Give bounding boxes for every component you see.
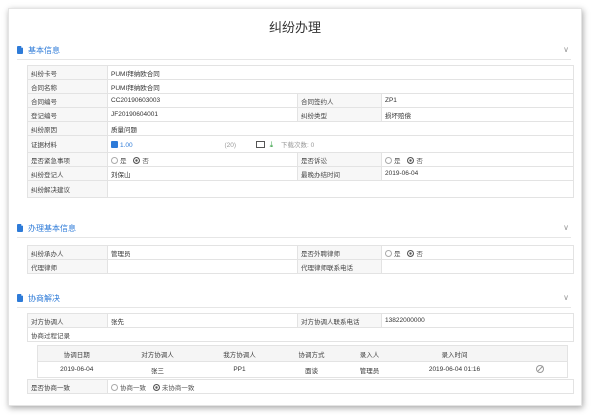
litigation-yes-label: 是: [394, 157, 401, 165]
evidence-cell: 1.00 (20) ⤓ 下载次数: 0: [106, 135, 575, 153]
signer-label: 合同签约人: [297, 93, 382, 108]
contract-no-value: CC20190603003: [107, 93, 298, 108]
suggest-value: [106, 180, 575, 198]
contract-no-label: 合同编号: [27, 93, 108, 108]
records-col-header: 录入人: [343, 345, 396, 362]
dispute-no-value: PUMI拜纳欧合同: [106, 65, 575, 80]
evidence-file-link[interactable]: 1.00: [120, 142, 133, 149]
row-actions: [513, 361, 568, 378]
agree-radio-group: 协商一致 未协商一致: [107, 379, 574, 394]
reg-no-label: 登记编号: [27, 107, 108, 122]
table-cell: 张三: [115, 361, 200, 378]
document-icon: [17, 224, 23, 232]
party-phone-value: 13822000000: [381, 313, 574, 328]
contract-name-value: PUMI拜纳欧合同: [106, 79, 575, 94]
lawyer-value: [107, 259, 298, 274]
urgent-yes-radio[interactable]: [111, 156, 118, 164]
handler-value[interactable]: 管理员: [107, 245, 298, 260]
records-header-row: 协调日期 对方协调人 我方协调人 协调方式 录入人 录入时间: [37, 345, 568, 362]
reason-value: 质量问题: [106, 121, 575, 136]
chevron-down-icon[interactable]: ∨: [563, 223, 569, 232]
deadline-value: 2019-06-04: [380, 166, 575, 181]
download-count: 下载次数: 0: [281, 141, 315, 149]
page-title: 纠纷办理: [268, 20, 321, 35]
records-col-header: 协调方式: [279, 345, 344, 362]
deadline-label: 最晚办结时间: [297, 166, 382, 181]
records-table: 协调日期 对方协调人 我方协调人 协调方式 录入人 录入时间 2019-06-04 张三 PP…: [37, 345, 568, 378]
reg-no-value: JF20190604001: [107, 107, 298, 122]
download-icon[interactable]: ⤓: [270, 140, 274, 149]
agree-yes-radio[interactable]: [111, 383, 118, 391]
urgent-yes-label: 是: [120, 157, 127, 165]
handler-label: 纠纷承办人: [27, 245, 108, 260]
table-cell: 面谈: [279, 361, 344, 378]
section-handling-header[interactable]: 办理基本信息 ∨: [17, 223, 571, 238]
document-icon: [17, 46, 23, 54]
suggest-label: 纠纷解决建议: [27, 180, 108, 198]
agree-no-label: 未协商一致: [161, 384, 195, 392]
basic-info-table: 纠纷卡号 PUMI拜纳欧合同 合同名称 PUMI拜纳欧合同 合同编号 CC201…: [27, 65, 575, 198]
contract-name-label: 合同名称: [27, 79, 108, 94]
evidence-label: 证据材料: [27, 135, 108, 153]
agree-yes-label: 协商一致: [120, 384, 146, 392]
agree-no-radio[interactable]: [152, 383, 160, 391]
urgent-radio-group: 是 否: [107, 152, 298, 167]
outside-no-radio[interactable]: [407, 249, 415, 257]
table-row: 2019-06-04 张三 PP1 面谈 管理员 2019-06-04 01:16: [37, 361, 568, 378]
litigation-no-radio[interactable]: [407, 156, 415, 164]
urgent-no-radio[interactable]: [133, 156, 141, 164]
negotiation-info-table: 对方协调人 张先 对方协调人联系电话 13822000000 协商过程记录: [27, 313, 574, 342]
lawyer-phone-label: 代理律师联系电话: [297, 259, 382, 274]
litigation-yes-radio[interactable]: [385, 156, 392, 164]
outside-no-label: 否: [416, 250, 423, 258]
section-basic-title: 基本信息: [28, 46, 60, 55]
reason-label: 纠纷原因: [27, 121, 108, 136]
records-col-actions: [513, 345, 568, 362]
party-label: 对方协调人: [27, 313, 108, 328]
urgent-label: 是否紧急事项: [27, 152, 108, 167]
table-cell: 2019-06-04: [37, 361, 116, 378]
litigation-label: 是否诉讼: [297, 152, 382, 167]
section-negotiation-title: 协商解决: [28, 294, 60, 303]
file-icon: [111, 140, 118, 148]
outside-lawyer-radio-group: 是 否: [381, 245, 574, 260]
table-cell: 2019-06-04 01:16: [395, 361, 514, 378]
evidence-size: (20): [224, 141, 237, 149]
party-phone-label: 对方协调人联系电话: [297, 313, 382, 328]
litigation-no-label: 否: [416, 157, 423, 165]
registrant-value[interactable]: 刘保山: [107, 166, 298, 181]
signer-value: ZP1: [380, 93, 575, 108]
litigation-radio-group: 是 否: [380, 152, 575, 167]
dispute-type-value: 损坏赔偿: [380, 107, 575, 122]
outside-lawyer-label: 是否外聘律师: [297, 245, 382, 260]
document-icon: [17, 294, 23, 302]
table-cell: 管理员: [343, 361, 396, 378]
section-handling-title: 办理基本信息: [28, 224, 76, 233]
chevron-down-icon[interactable]: ∨: [563, 293, 569, 302]
party-value: 张先: [107, 313, 298, 328]
section-basic-header[interactable]: 基本信息 ∨: [17, 45, 571, 60]
chevron-down-icon[interactable]: ∨: [563, 45, 569, 54]
section-negotiation-header[interactable]: 协商解决 ∨: [17, 293, 571, 308]
lawyer-phone-value: [381, 259, 574, 274]
lawyer-label: 代理律师: [27, 259, 108, 274]
dispute-no-label: 纠纷卡号: [27, 65, 108, 80]
disable-icon[interactable]: [536, 364, 545, 373]
records-col-header: 录入时间: [395, 345, 514, 362]
registrant-label: 纠纷登记人: [27, 166, 108, 181]
table-cell: PP1: [199, 361, 280, 378]
agree-table: 是否协商一致 协商一致 未协商一致: [27, 379, 574, 394]
dispute-type-label: 纠纷类型: [297, 107, 382, 122]
agree-label: 是否协商一致: [27, 379, 108, 394]
outside-yes-label: 是: [394, 250, 401, 258]
handling-info-table: 纠纷承办人 管理员 是否外聘律师 是 否 代理律师 代理律师联系电话: [27, 245, 574, 274]
records-col-header: 协调日期: [37, 345, 116, 362]
records-col-header: 我方协调人: [199, 345, 280, 362]
preview-icon[interactable]: [255, 140, 265, 148]
urgent-no-label: 否: [142, 157, 149, 165]
outside-yes-radio[interactable]: [385, 249, 392, 257]
dispute-window: 纠纷办理 基本信息 ∨ 纠纷卡号 PUMI拜纳欧合同 合同名称 PUMI拜纳欧合…: [8, 8, 582, 406]
records-label: 协商过程记录: [27, 327, 574, 342]
records-col-header: 对方协调人: [115, 345, 200, 362]
